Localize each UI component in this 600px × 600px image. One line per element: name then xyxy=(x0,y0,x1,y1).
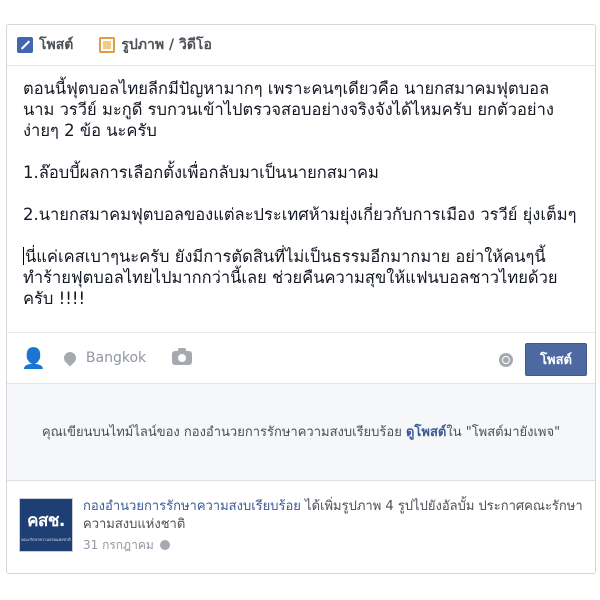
page-avatar[interactable]: คสช. คณะรักษาความสงบแห่งชาติ xyxy=(19,498,73,552)
composer-tabs: โพสต์ รูปภาพ / วิดีโอ xyxy=(7,25,595,66)
post-paragraph-4: นี่แค่เคสเบาๆนะครับ ยังมีการตัดสินที่ไม่… xyxy=(23,247,558,308)
photo-icon xyxy=(99,37,116,53)
composer-panel: โพสต์ รูปภาพ / วิดีโอ ตอนนี้ฟุตบอลไทยลีก… xyxy=(6,24,596,574)
post-text-editor[interactable]: ตอนนี้ฟุตบอลไทยลีกมีปัญหามากๆ เพราะคนๆเด… xyxy=(7,66,595,330)
post-paragraph-4-wrap: นี่แค่เคสเบาๆนะครับ ยังมีการตัดสินที่ไม่… xyxy=(23,246,579,309)
story-date[interactable]: 31 กรกฎาคม xyxy=(83,536,154,554)
globe-icon xyxy=(159,540,170,550)
post-paragraph-2: 1.ล๊อบบี้ผลการเลือกตั้งเพื่อกลับมาเป็นนา… xyxy=(23,163,379,182)
story-meta: 31 กรกฎาคม xyxy=(83,536,585,554)
pencil-icon xyxy=(17,37,33,53)
tab-post[interactable]: โพสต์ xyxy=(17,34,73,56)
post-controls: โพสต์ xyxy=(499,343,587,376)
post-paragraph-1: ตอนนี้ฟุตบอลไทยลีกมีปัญหามากๆ เพราะคนๆเด… xyxy=(23,79,555,140)
avatar-subtext: คณะรักษาความสงบแห่งชาติ xyxy=(21,537,71,542)
composer-toolbar: 👤 Bangkok โพสต์ xyxy=(7,332,595,383)
feed-story: คสช. คณะรักษาความสงบแห่งชาติ กองอำนวยการ… xyxy=(7,482,595,573)
location-selector[interactable]: Bangkok xyxy=(61,349,147,367)
timeline-notice: คุณเขียนบนไทม์ไลน์ของ กองอำนวยการรักษาคว… xyxy=(7,383,595,481)
notice-suffix: ใน "โพสต์มายังเพจ" xyxy=(446,424,561,440)
post-button[interactable]: โพสต์ xyxy=(525,343,587,376)
tag-people-icon[interactable]: 👤 xyxy=(21,346,46,370)
tab-post-label: โพสต์ xyxy=(39,37,74,53)
tab-photo-video[interactable]: รูปภาพ / วิดีโอ xyxy=(99,34,212,56)
story-text: กองอำนวยการรักษาความสงบเรียบร้อย ได้เพิ่… xyxy=(83,498,585,554)
post-paragraph-3: 2.นายกสมาคมฟุตบอลของแต่ละประเทศห้ามยุ่งเ… xyxy=(23,205,577,224)
location-pin-icon xyxy=(61,349,79,367)
camera-icon[interactable] xyxy=(172,348,193,365)
avatar-text: คสช. xyxy=(27,511,65,531)
tab-photo-video-label: รูปภาพ / วิดีโอ xyxy=(121,37,212,53)
story-actor-link[interactable]: กองอำนวยการรักษาความสงบเรียบร้อย xyxy=(83,499,301,514)
globe-icon[interactable] xyxy=(499,352,514,367)
text-cursor xyxy=(23,247,24,265)
timeline-notice-text: คุณเขียนบนไทม์ไลน์ของ กองอำนวยการรักษาคว… xyxy=(42,423,560,442)
notice-prefix: คุณเขียนบนไทม์ไลน์ของ กองอำนวยการรักษาคว… xyxy=(41,424,406,440)
location-label: Bangkok xyxy=(85,350,147,366)
view-post-link[interactable]: ดูโพสต์ xyxy=(406,425,446,440)
